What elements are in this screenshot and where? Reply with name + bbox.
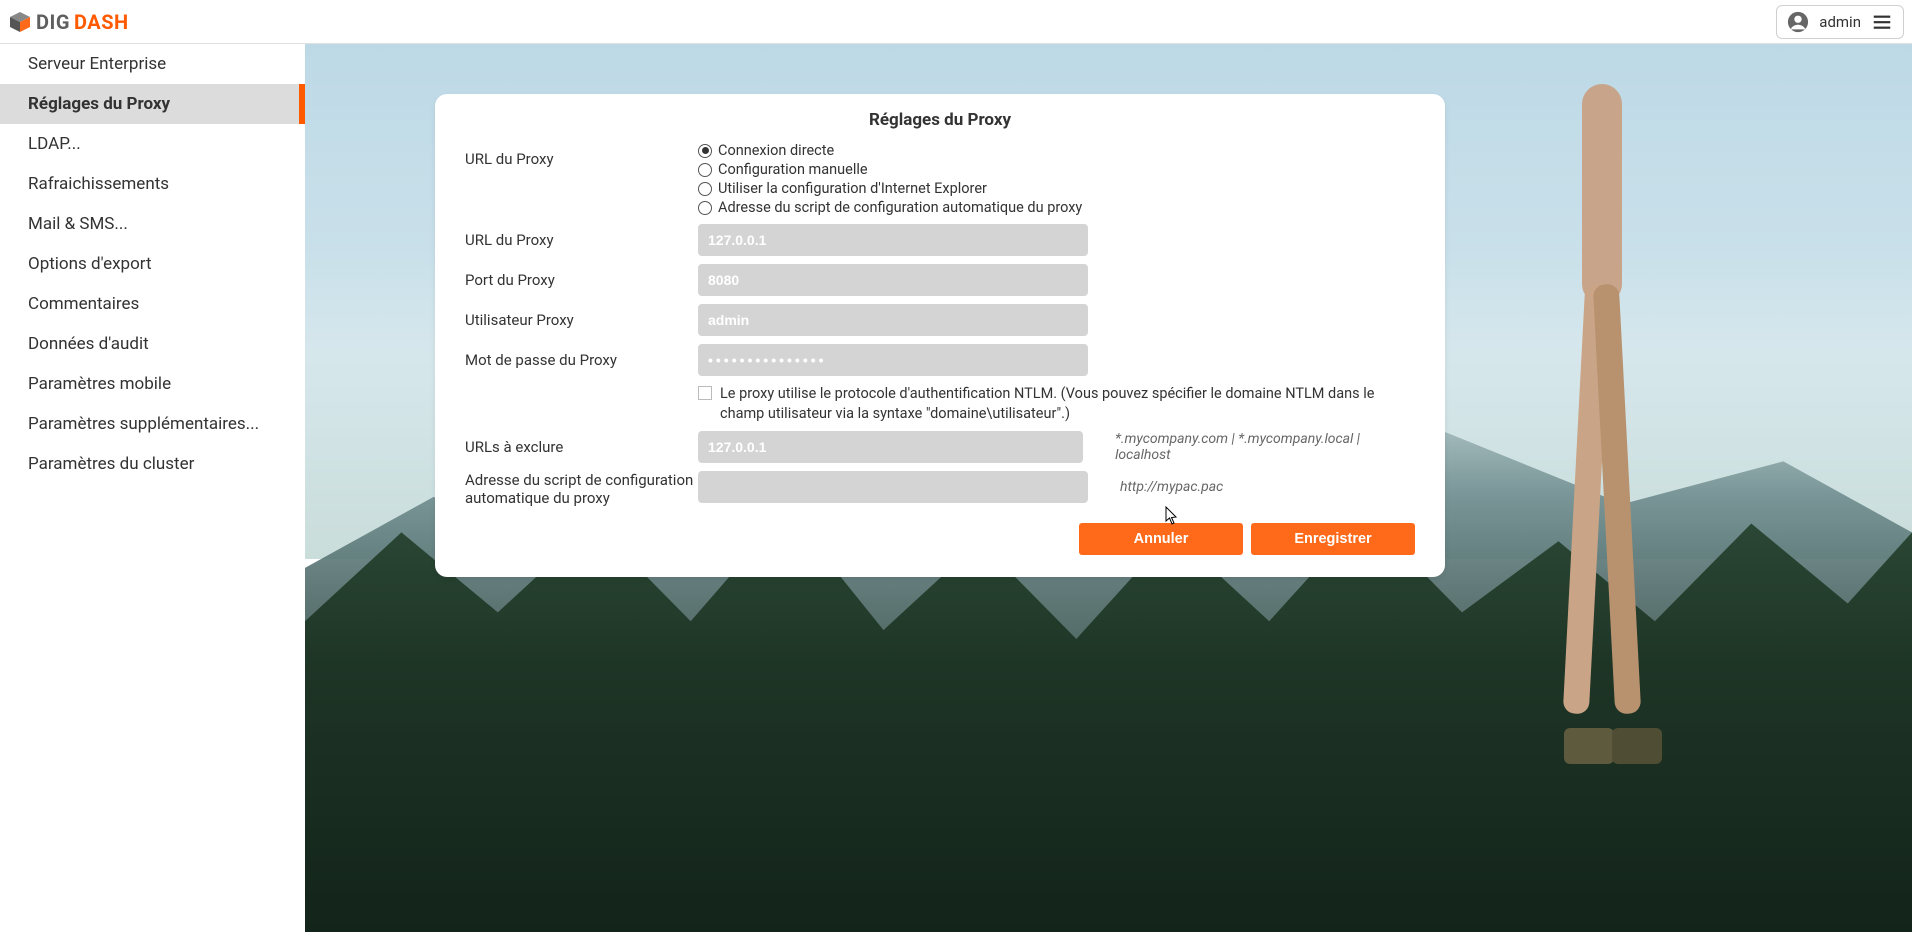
ntlm-checkbox-label: Le proxy utilise le protocole d'authenti… [720, 384, 1415, 423]
radio-icon [698, 182, 712, 196]
card-actions: Annuler Enregistrer [465, 523, 1415, 555]
radio-label: Utiliser la configuration d'Internet Exp… [718, 180, 987, 197]
sidebar-item-label: Commentaires [28, 294, 139, 314]
urls-exclude-hint: *.mycompany.com | *.mycompany.local | lo… [1115, 431, 1415, 463]
sidebar-item-proxy-settings[interactable]: Réglages du Proxy [0, 84, 305, 124]
sidebar-item-enterprise-server[interactable]: Serveur Enterprise [0, 44, 305, 84]
radio-option-pac[interactable]: Adresse du script de configuration autom… [698, 199, 1415, 216]
row-proxy-port: Port du Proxy [465, 264, 1415, 296]
user-menu[interactable]: admin [1776, 5, 1904, 39]
brand-text-suffix: DASH [74, 10, 129, 34]
sidebar-item-label: Mail & SMS... [28, 214, 128, 234]
radio-option-manual[interactable]: Configuration manuelle [698, 161, 1415, 178]
sidebar-item-label: Réglages du Proxy [28, 94, 170, 114]
sidebar-item-label: Données d'audit [28, 334, 149, 354]
proxy-password-input[interactable] [698, 344, 1088, 376]
save-button[interactable]: Enregistrer [1251, 523, 1415, 555]
ntlm-checkbox-row[interactable]: Le proxy utilise le protocole d'authenti… [698, 384, 1415, 423]
label-proxy-mode: URL du Proxy [465, 142, 698, 168]
proxy-settings-card: Réglages du Proxy URL du Proxy Connexion… [435, 94, 1445, 577]
content-area: Réglages du Proxy URL du Proxy Connexion… [305, 44, 1912, 932]
sidebar-item-cluster-params[interactable]: Paramètres du cluster [0, 444, 305, 484]
label-urls-exclude: URLs à exclure [465, 438, 698, 456]
brand-text-prefix: DIG [36, 10, 70, 34]
user-name-label: admin [1819, 13, 1861, 31]
logo-cube-icon [8, 10, 32, 34]
user-avatar-icon [1787, 11, 1809, 33]
sidebar-item-ldap[interactable]: LDAP... [0, 124, 305, 164]
sidebar: Serveur Enterprise Réglages du Proxy LDA… [0, 44, 305, 932]
radio-icon [698, 201, 712, 215]
sidebar-item-additional-params[interactable]: Paramètres supplémentaires... [0, 404, 305, 444]
radio-icon [698, 163, 712, 177]
row-proxy-password: Mot de passe du Proxy [465, 344, 1415, 376]
sidebar-item-refreshes[interactable]: Rafraichissements [0, 164, 305, 204]
proxy-mode-radio-group: Connexion directe Configuration manuelle… [698, 142, 1415, 216]
row-proxy-user: Utilisateur Proxy [465, 304, 1415, 336]
sidebar-item-export-options[interactable]: Options d'export [0, 244, 305, 284]
sidebar-item-label: Paramètres mobile [28, 374, 171, 394]
proxy-port-input[interactable] [698, 264, 1088, 296]
row-proxy-mode: URL du Proxy Connexion directe Configura… [465, 142, 1415, 216]
label-proxy-password: Mot de passe du Proxy [465, 351, 698, 369]
radio-label: Connexion directe [718, 142, 834, 159]
hamburger-menu-icon[interactable] [1871, 11, 1893, 33]
proxy-url-input[interactable] [698, 224, 1088, 256]
pac-address-input[interactable] [698, 471, 1088, 503]
sidebar-item-label: Paramètres supplémentaires... [28, 414, 259, 434]
row-proxy-url: URL du Proxy [465, 224, 1415, 256]
urls-exclude-input[interactable] [698, 431, 1083, 463]
brand-logo: DIGDASH [8, 10, 129, 34]
row-urls-exclude: URLs à exclure *.mycompany.com | *.mycom… [465, 431, 1415, 463]
sidebar-item-label: Paramètres du cluster [28, 454, 194, 474]
sidebar-item-audit-data[interactable]: Données d'audit [0, 324, 305, 364]
label-proxy-url: URL du Proxy [465, 231, 698, 249]
main-layout: Serveur Enterprise Réglages du Proxy LDA… [0, 44, 1912, 932]
proxy-user-input[interactable] [698, 304, 1088, 336]
label-proxy-port: Port du Proxy [465, 271, 698, 289]
card-title: Réglages du Proxy [465, 110, 1415, 130]
radio-icon [698, 144, 712, 158]
label-proxy-user: Utilisateur Proxy [465, 311, 698, 329]
sidebar-item-label: Serveur Enterprise [28, 54, 166, 74]
radio-label: Configuration manuelle [718, 161, 868, 178]
label-pac-address: Adresse du script de configuration autom… [465, 471, 698, 507]
radio-option-direct[interactable]: Connexion directe [698, 142, 1415, 159]
pac-hint: http://mypac.pac [1120, 479, 1223, 495]
radio-option-ie[interactable]: Utiliser la configuration d'Internet Exp… [698, 180, 1415, 197]
app-header: DIGDASH admin [0, 0, 1912, 44]
sidebar-item-mail-sms[interactable]: Mail & SMS... [0, 204, 305, 244]
sidebar-item-comments[interactable]: Commentaires [0, 284, 305, 324]
sidebar-item-label: LDAP... [28, 134, 81, 154]
sidebar-item-mobile-params[interactable]: Paramètres mobile [0, 364, 305, 404]
row-pac-address: Adresse du script de configuration autom… [465, 471, 1415, 507]
radio-label: Adresse du script de configuration autom… [718, 199, 1082, 216]
sidebar-item-label: Rafraichissements [28, 174, 169, 194]
sidebar-item-label: Options d'export [28, 254, 152, 274]
checkbox-icon [698, 386, 712, 400]
row-ntlm: Le proxy utilise le protocole d'authenti… [465, 384, 1415, 423]
cancel-button[interactable]: Annuler [1079, 523, 1243, 555]
